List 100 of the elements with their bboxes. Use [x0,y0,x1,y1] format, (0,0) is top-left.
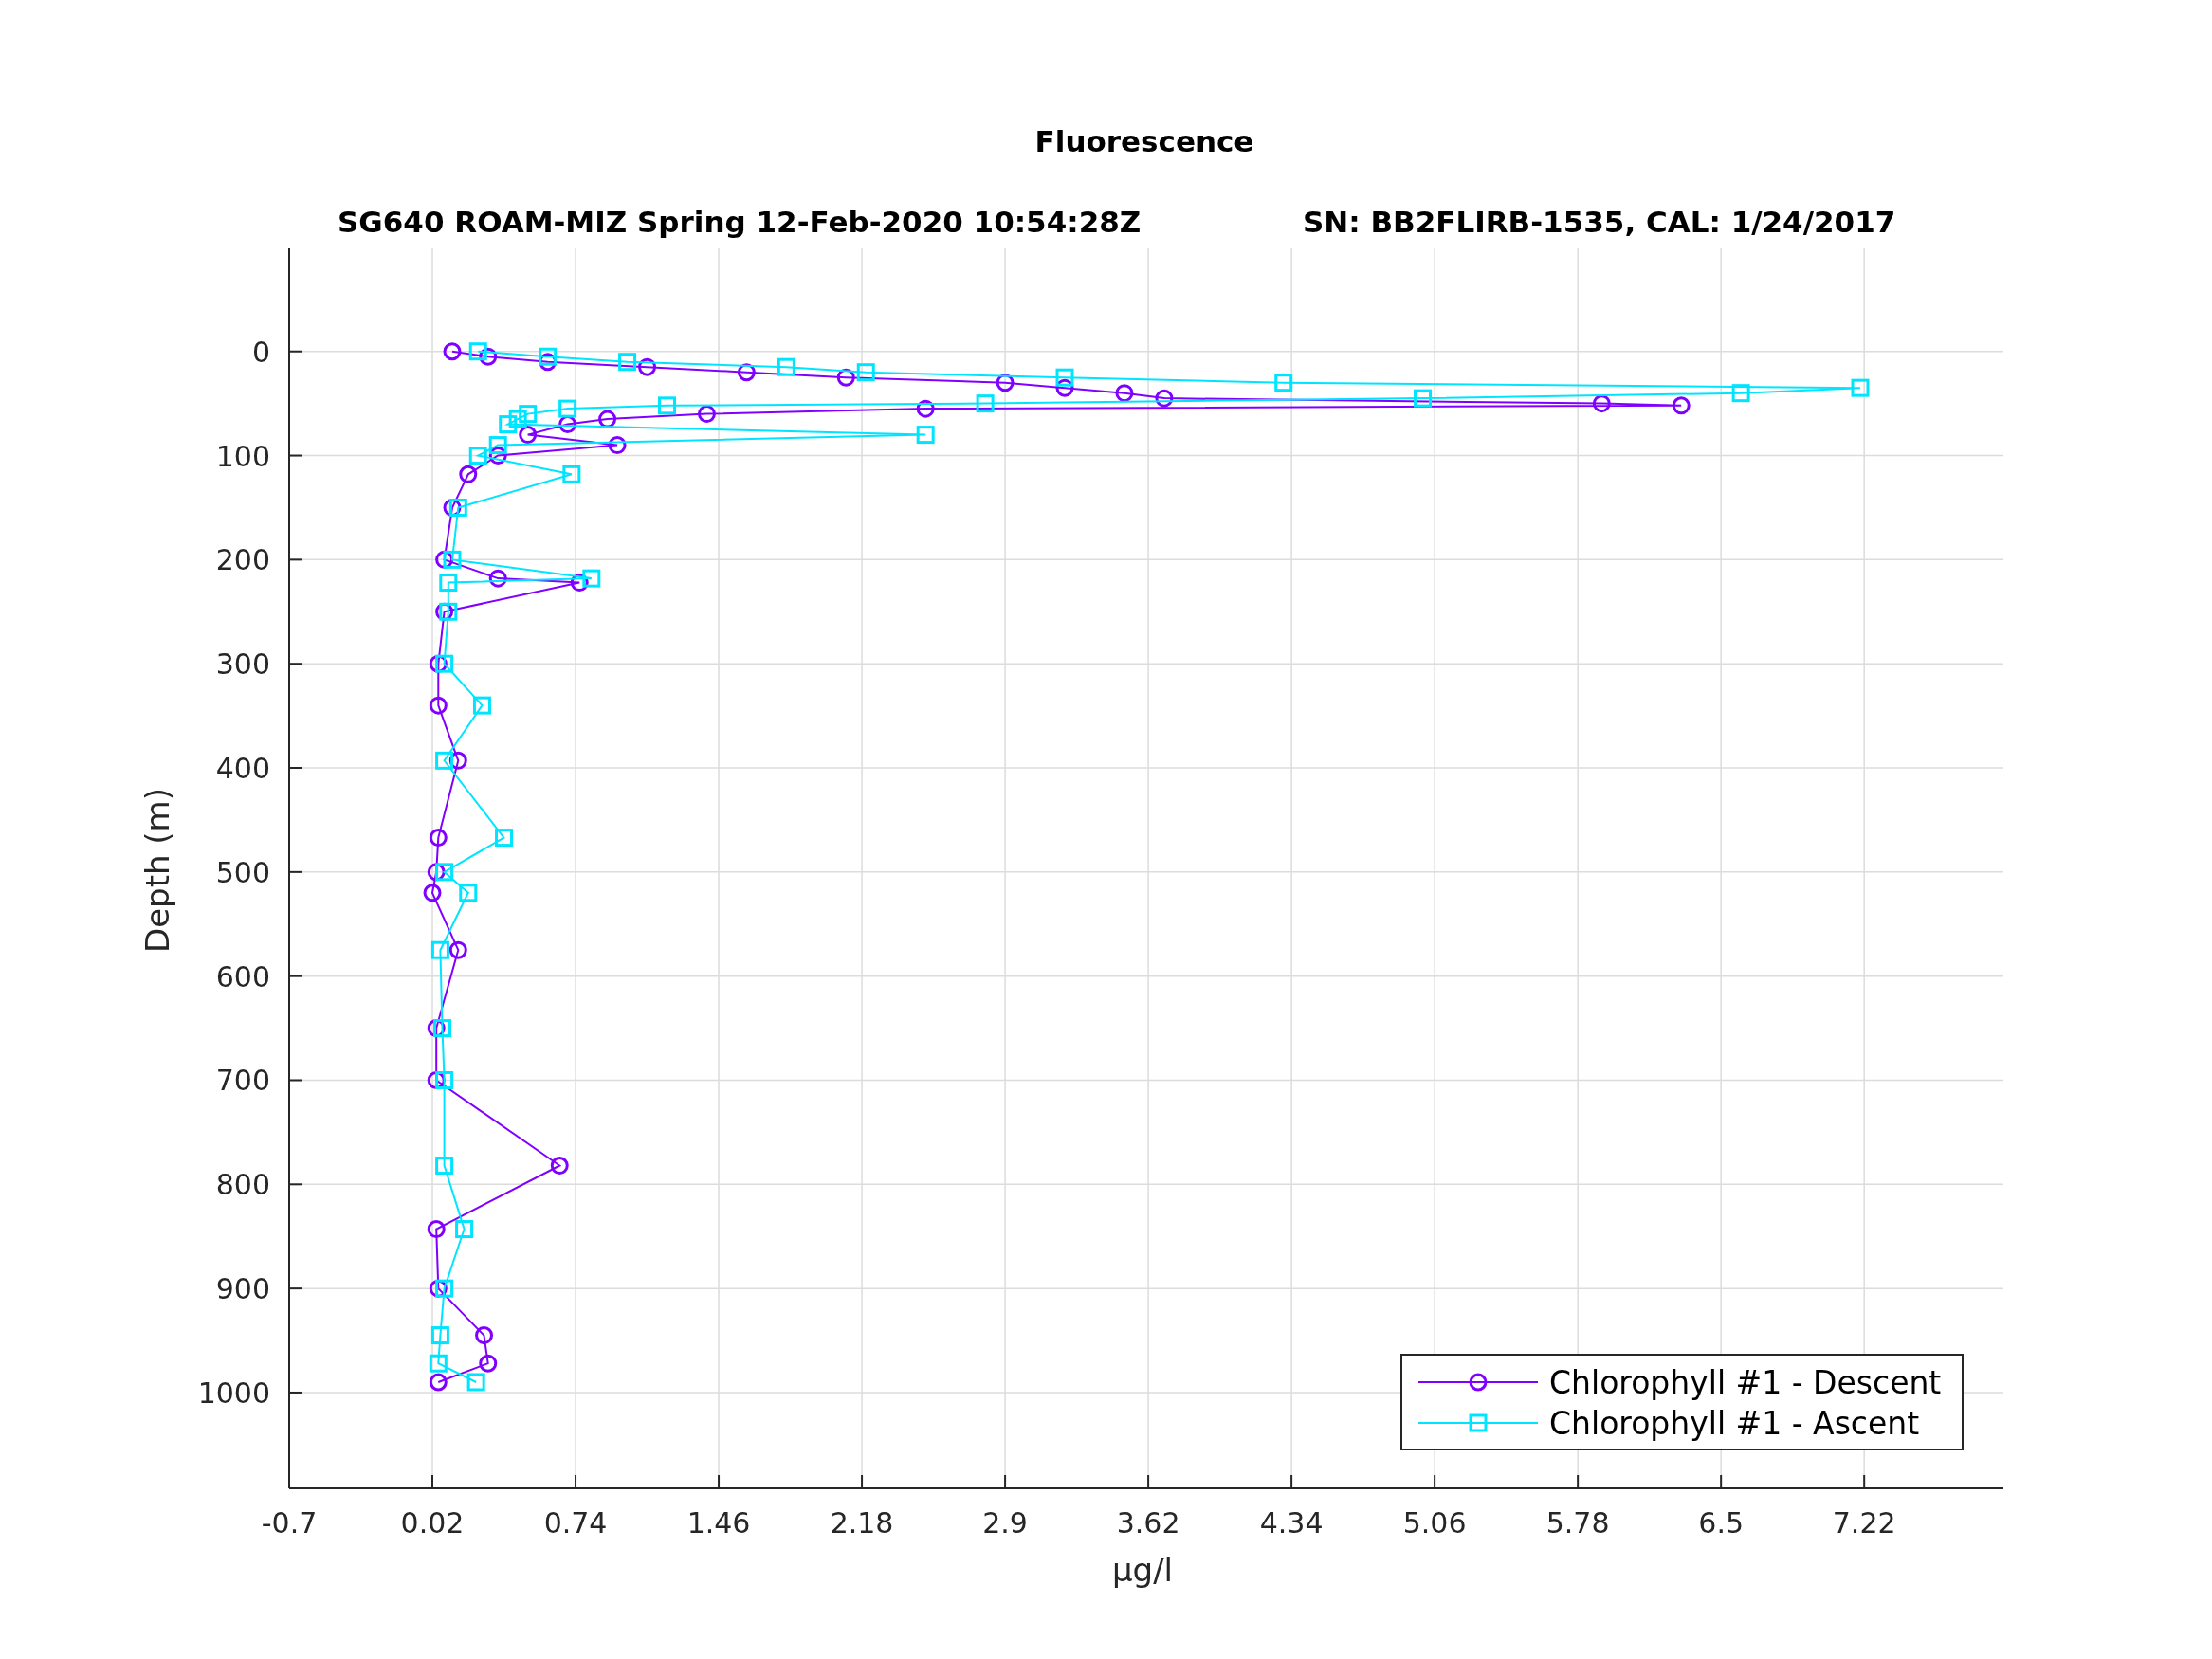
data-marker [558,415,577,434]
x-tick-label: 5.06 [1402,1506,1467,1540]
tick-mark [288,975,303,977]
data-marker [459,884,478,902]
tick-mark [1147,1474,1150,1489]
y-tick-label: 400 [215,752,270,785]
data-marker [658,396,676,415]
data-marker [443,498,462,517]
tick-mark [288,1183,303,1186]
data-marker [539,353,558,372]
data-marker [1672,396,1691,415]
x-tick-label: 7.22 [1832,1506,1896,1540]
tick-mark [288,1079,303,1082]
x-tick-label: 0.74 [543,1506,608,1540]
data-marker [1115,384,1134,403]
tick-mark [288,1391,303,1394]
data-marker [618,353,637,372]
data-marker [519,426,538,445]
data-marker [475,1326,494,1345]
y-tick-label: 700 [215,1064,270,1098]
chart-title: Fluorescence [1034,124,1254,158]
x-tick-label: 4.34 [1259,1506,1324,1540]
data-marker [562,465,581,483]
x-tick-label: 2.9 [982,1506,1028,1540]
y-tick-label: 300 [215,647,270,682]
tick-mark [718,1474,721,1489]
x-tick-label: 1.46 [686,1506,751,1540]
data-marker [1731,384,1750,403]
data-marker [439,574,458,592]
data-marker [916,426,935,445]
data-marker [976,394,995,413]
data-marker [638,357,657,376]
tick-mark [861,1474,864,1489]
data-marker [1055,368,1074,387]
tick-mark [1434,1474,1436,1489]
data-marker [856,363,875,382]
data-marker [508,410,527,428]
data-marker [435,550,454,569]
legend-line-icon [1417,1413,1539,1432]
tick-mark [288,663,303,665]
data-marker [466,1373,485,1392]
data-marker [468,342,487,361]
data-marker [1851,378,1870,397]
data-marker [435,1071,454,1089]
data-marker [448,498,467,517]
chart-subtitle: SN: BB2FLIRB-1535, CAL: 1/24/2017 [1303,205,1896,239]
y-tick-label: 0 [251,335,270,369]
x-tick-label: -0.7 [261,1506,318,1540]
y-tick-label: 500 [215,855,270,889]
data-marker [448,751,467,770]
data-marker [443,550,462,569]
chart-subtitle: SG640 ROAM-MIZ Spring 12-Feb-2020 10:54:28Z [338,205,1142,239]
data-marker [539,347,558,366]
tick-mark [288,1287,303,1290]
data-marker [488,436,507,455]
data-marker [427,1019,446,1038]
x-tick-label: 6.5 [1698,1506,1744,1540]
x-tick-label: 2.18 [830,1506,894,1540]
y-axis-label: Depth (m) [138,788,176,953]
data-marker [472,696,491,715]
data-marker [697,405,716,424]
tick-mark [288,870,303,873]
tick-mark [288,558,303,561]
data-marker [737,363,756,382]
data-marker [488,569,507,588]
data-marker [430,940,449,959]
data-marker [435,751,454,770]
data-marker [429,1279,448,1298]
data-marker [570,574,589,592]
data-marker [448,940,467,959]
data-marker [499,415,518,434]
tick-mark [431,1474,433,1489]
data-marker [916,399,935,418]
data-marker [423,884,442,902]
data-marker [1155,389,1174,408]
data-marker [459,465,478,483]
data-marker [1592,394,1611,413]
data-marker [777,357,795,376]
legend-label: Chlorophyll #1 - Descent [1549,1364,1942,1401]
tick-mark [1290,1474,1293,1489]
tick-mark [575,1474,577,1489]
data-marker [598,410,617,428]
y-tick-label: 1000 [197,1376,270,1410]
data-marker [443,342,462,361]
data-marker [558,399,577,418]
data-marker [1274,374,1293,392]
data-marker [608,436,627,455]
data-marker [1414,389,1433,408]
data-marker [435,654,454,673]
data-marker [488,447,507,465]
x-tick-label: 3.62 [1116,1506,1180,1540]
data-marker [427,1220,446,1239]
data-marker [427,1071,446,1089]
data-marker [495,829,513,848]
y-tick-label: 900 [215,1272,270,1306]
data-marker [519,405,538,424]
data-marker [479,1354,498,1373]
data-marker [1055,378,1074,397]
legend-label: Chlorophyll #1 - Ascent [1549,1405,1920,1442]
data-marker [435,1279,454,1298]
